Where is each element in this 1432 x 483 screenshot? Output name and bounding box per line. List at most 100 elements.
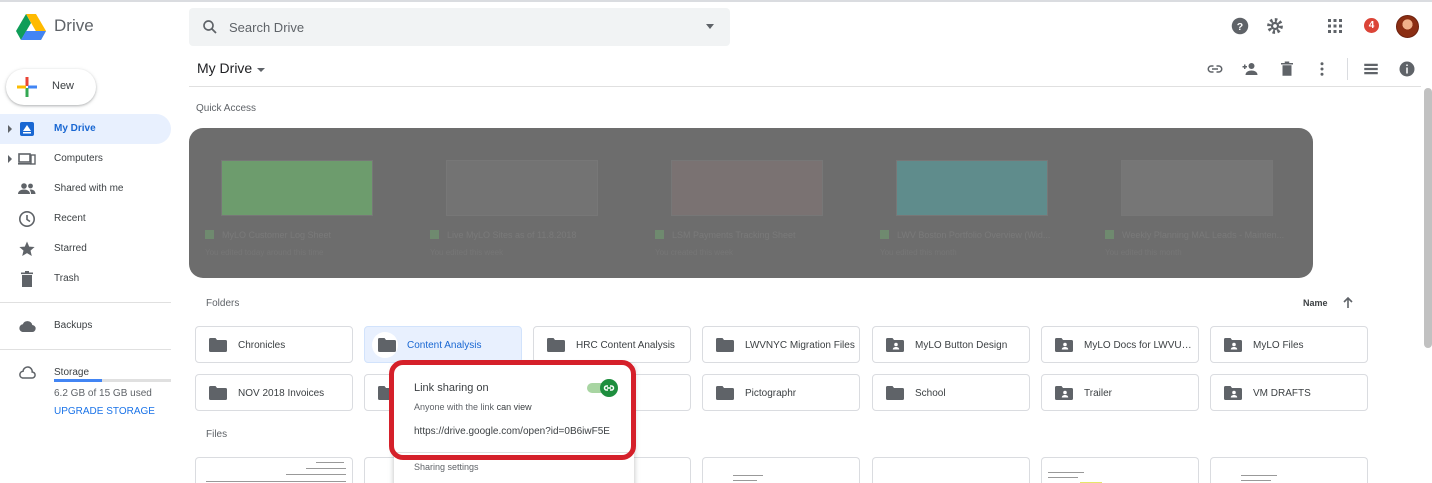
folder-tile[interactable]: HRC Content Analysis xyxy=(533,326,691,363)
top-bar: Drive ? 4 xyxy=(0,2,1432,52)
folder-icon xyxy=(716,338,734,352)
quick-access-panel: MyLO Customer Log Sheet You edited today… xyxy=(189,128,1313,278)
quick-access-card[interactable]: MyLO Customer Log Sheet You edited today… xyxy=(189,128,404,278)
folder-tile[interactable]: Trailer xyxy=(1041,374,1199,411)
quick-access-card[interactable]: Live MyLO Sites as of 11.8.2018 You edit… xyxy=(414,128,629,278)
app-name[interactable]: Drive xyxy=(54,16,94,36)
search-options-icon[interactable] xyxy=(706,24,714,29)
folder-tile[interactable]: Pictographr xyxy=(702,374,860,411)
settings-gear-icon[interactable] xyxy=(1264,15,1286,37)
vertical-scrollbar[interactable] xyxy=(1424,88,1432,348)
quick-access-title: LWV Boston Portfolio Overview (Wid... xyxy=(880,230,1075,240)
trash-icon[interactable] xyxy=(1278,60,1296,78)
thumbnail-line xyxy=(733,475,763,476)
share-add-person-icon[interactable] xyxy=(1241,60,1259,78)
trash-icon xyxy=(21,271,33,287)
folder-tile[interactable]: Chronicles xyxy=(195,326,353,363)
sidebar-item-label: My Drive xyxy=(54,123,96,134)
drive-logo-icon[interactable] xyxy=(16,14,46,40)
notifications-badge[interactable]: 4 xyxy=(1364,18,1379,33)
sidebar-item-shared-with-me[interactable]: Shared with me xyxy=(0,174,171,204)
sidebar-item-label: Backups xyxy=(54,320,93,331)
file-tile[interactable] xyxy=(195,457,353,483)
chevron-down-icon[interactable] xyxy=(257,68,265,72)
more-vert-icon[interactable] xyxy=(1313,60,1331,78)
header-divider xyxy=(189,86,1421,87)
svg-text:?: ? xyxy=(1237,21,1243,33)
folder-tile[interactable]: School xyxy=(872,374,1030,411)
shared-folder-icon xyxy=(1224,386,1242,400)
files-heading: Files xyxy=(206,429,228,440)
folder-icon xyxy=(547,338,565,352)
thumbnail-line xyxy=(306,468,346,469)
expand-caret-icon[interactable] xyxy=(8,155,12,163)
sidebar-item-starred[interactable]: Starred xyxy=(0,234,171,264)
folder-tile[interactable]: MyLO Docs for LWVUS... xyxy=(1041,326,1199,363)
folder-name: VM DRAFTS xyxy=(1253,388,1311,399)
folder-tile[interactable]: MyLO Button Design xyxy=(872,326,1030,363)
file-tile[interactable] xyxy=(1210,457,1368,483)
sidebar-item-recent[interactable]: Recent xyxy=(0,204,171,234)
list-view-icon[interactable] xyxy=(1362,60,1380,78)
folder-name: HRC Content Analysis xyxy=(576,340,675,351)
quick-access-subtitle: You edited this month xyxy=(1105,248,1182,257)
folder-name: MyLO Files xyxy=(1253,340,1304,351)
sort-by-name[interactable]: Name xyxy=(1303,298,1328,308)
page-title[interactable]: My Drive xyxy=(197,60,252,76)
thumbnail-line xyxy=(1048,477,1078,478)
get-link-icon[interactable] xyxy=(1206,60,1224,78)
sidebar-item-my-drive[interactable]: My Drive xyxy=(0,114,171,144)
info-icon[interactable] xyxy=(1398,60,1416,78)
file-tile[interactable] xyxy=(702,457,860,483)
sidebar-item-label: Starred xyxy=(54,243,87,254)
quick-access-card[interactable]: Weekly Planning MAL Leads - Mainten... Y… xyxy=(1089,128,1304,278)
quick-access-title: MyLO Customer Log Sheet xyxy=(205,230,400,240)
sidebar-item-backups[interactable]: Backups xyxy=(0,311,171,341)
file-thumbnail xyxy=(896,160,1048,216)
sidebar-item-computers[interactable]: Computers xyxy=(0,144,171,174)
folder-name: Trailer xyxy=(1084,388,1112,399)
sidebar-item-label: Shared with me xyxy=(54,183,124,194)
folders-heading: Folders xyxy=(206,298,240,309)
help-icon[interactable]: ? xyxy=(1229,15,1251,37)
thumbnail-line xyxy=(733,480,757,481)
share-link-text[interactable]: https://drive.google.com/open?id=0B6iwF5… xyxy=(414,426,616,437)
folder-icon xyxy=(886,386,904,400)
quick-access-subtitle: You created this week xyxy=(655,248,733,257)
folder-tile[interactable]: Content Analysis xyxy=(364,326,522,363)
folder-tile[interactable]: LWVNYC Migration Files xyxy=(702,326,860,363)
folder-icon xyxy=(209,386,227,400)
file-tile[interactable] xyxy=(872,457,1030,483)
sharing-settings-link[interactable]: Sharing settings xyxy=(414,462,479,472)
link-sharing-toggle[interactable] xyxy=(587,379,618,397)
file-thumbnail xyxy=(446,160,598,216)
search-bar[interactable] xyxy=(189,8,730,46)
sheets-icon xyxy=(205,230,214,239)
link-access-level[interactable]: can view xyxy=(497,402,532,412)
upgrade-storage-link[interactable]: UPGRADE STORAGE xyxy=(54,406,155,417)
folder-tile[interactable]: NOV 2018 Invoices xyxy=(195,374,353,411)
arrow-up-icon[interactable] xyxy=(1342,296,1354,309)
search-input[interactable] xyxy=(229,15,689,39)
search-icon[interactable] xyxy=(201,18,219,36)
quick-access-title-text: LSM Payments Tracking Sheet xyxy=(672,230,796,240)
quick-access-title-text: Live MyLO Sites as of 11.8.2018 xyxy=(447,230,577,240)
avatar[interactable] xyxy=(1396,15,1419,38)
new-button[interactable]: New xyxy=(6,69,96,105)
file-tile[interactable] xyxy=(1041,457,1199,483)
folder-tile[interactable]: VM DRAFTS xyxy=(1210,374,1368,411)
apps-grid-icon[interactable] xyxy=(1324,15,1346,37)
quick-access-card[interactable]: LSM Payments Tracking Sheet You created … xyxy=(639,128,854,278)
quick-access-card[interactable]: LWV Boston Portfolio Overview (Wid... Yo… xyxy=(864,128,1079,278)
folder-tile[interactable]: MyLO Files xyxy=(1210,326,1368,363)
thumbnail-line xyxy=(206,481,346,482)
sidebar-item-storage[interactable]: Storage xyxy=(0,358,171,388)
quick-access-title-text: Weekly Planning MAL Leads - Mainten... xyxy=(1122,230,1285,240)
shared-folder-icon xyxy=(1224,338,1242,352)
quick-access-subtitle: You edited this month xyxy=(880,248,957,257)
popup-divider xyxy=(394,452,634,453)
sidebar-item-trash[interactable]: Trash xyxy=(0,264,171,294)
shared-folder-icon xyxy=(1055,338,1073,352)
toolbar-divider xyxy=(1347,58,1348,80)
expand-caret-icon[interactable] xyxy=(8,125,12,133)
